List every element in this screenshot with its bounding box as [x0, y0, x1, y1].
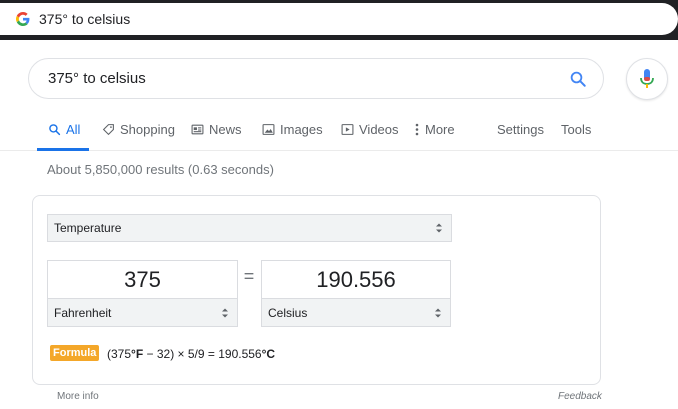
tools-link[interactable]: Tools [561, 116, 591, 150]
search-icon [47, 122, 61, 136]
browser-toolbar: 375° to celsius [0, 0, 678, 40]
tab-label: All [66, 122, 81, 137]
play-icon [340, 122, 354, 136]
unit-type-value: Temperature [54, 221, 122, 235]
tab-more[interactable]: More [413, 116, 455, 150]
select-arrows-icon [435, 223, 443, 234]
tab-news[interactable]: News [190, 116, 242, 150]
settings-label: Settings [497, 122, 544, 137]
voice-search-button[interactable] [626, 58, 668, 100]
search-tabs: All Shopping News Images Videos More Set… [0, 116, 678, 151]
microphone-icon [640, 69, 654, 88]
from-unit-select[interactable]: Fahrenheit [47, 299, 238, 327]
address-bar[interactable]: 375° to celsius [0, 3, 678, 35]
more-info-link[interactable]: More info [57, 391, 99, 402]
to-unit-value: Celsius [268, 305, 308, 320]
search-icon [570, 71, 586, 87]
newspaper-icon [190, 122, 204, 136]
unit-type-select[interactable]: Temperature [47, 214, 452, 242]
from-value-box[interactable] [47, 260, 238, 299]
formula-prefix: (375 [107, 347, 132, 361]
select-arrows-icon [221, 307, 229, 318]
tab-label: News [209, 122, 242, 137]
from-unit-value: Fahrenheit [54, 305, 112, 320]
from-value-input[interactable] [48, 266, 237, 293]
to-value-box[interactable] [261, 260, 451, 299]
formula-from-unit: °F [131, 347, 144, 361]
google-g-icon [16, 12, 30, 26]
select-arrows-icon [434, 307, 442, 318]
address-text: 375° to celsius [39, 11, 131, 27]
tab-label: Videos [359, 122, 399, 137]
image-icon [261, 122, 275, 136]
tools-label: Tools [561, 122, 592, 137]
to-unit-select[interactable]: Celsius [261, 299, 451, 327]
result-stats: About 5,850,000 results (0.63 seconds) [47, 162, 274, 177]
feedback-link[interactable]: Feedback [558, 391, 602, 402]
formula-text: (375°F − 32) × 5/9 = 190.556°C [107, 347, 275, 361]
more-vertical-icon [413, 122, 421, 136]
tab-images[interactable]: Images [261, 116, 323, 150]
search-input[interactable] [48, 70, 548, 87]
formula-middle: − 32) × 5/9 = 190.556 [143, 347, 262, 361]
formula-to-unit: °C [261, 347, 276, 361]
tag-icon [101, 122, 115, 136]
unit-converter-card: Temperature = Fahrenheit Celsius [32, 195, 601, 385]
search-button[interactable] [568, 69, 588, 89]
tab-label: More [425, 122, 455, 137]
tab-label: Shopping [120, 122, 175, 137]
formula-badge: Formula [50, 345, 100, 361]
tab-all[interactable]: All [37, 116, 89, 151]
to-value-input[interactable] [262, 266, 450, 293]
search-box[interactable] [28, 58, 604, 99]
settings-link[interactable]: Settings [497, 116, 544, 150]
tab-shopping[interactable]: Shopping [101, 116, 175, 150]
tab-label: Images [280, 122, 323, 137]
equals-sign: = [243, 266, 255, 286]
tab-videos[interactable]: Videos [340, 116, 399, 150]
